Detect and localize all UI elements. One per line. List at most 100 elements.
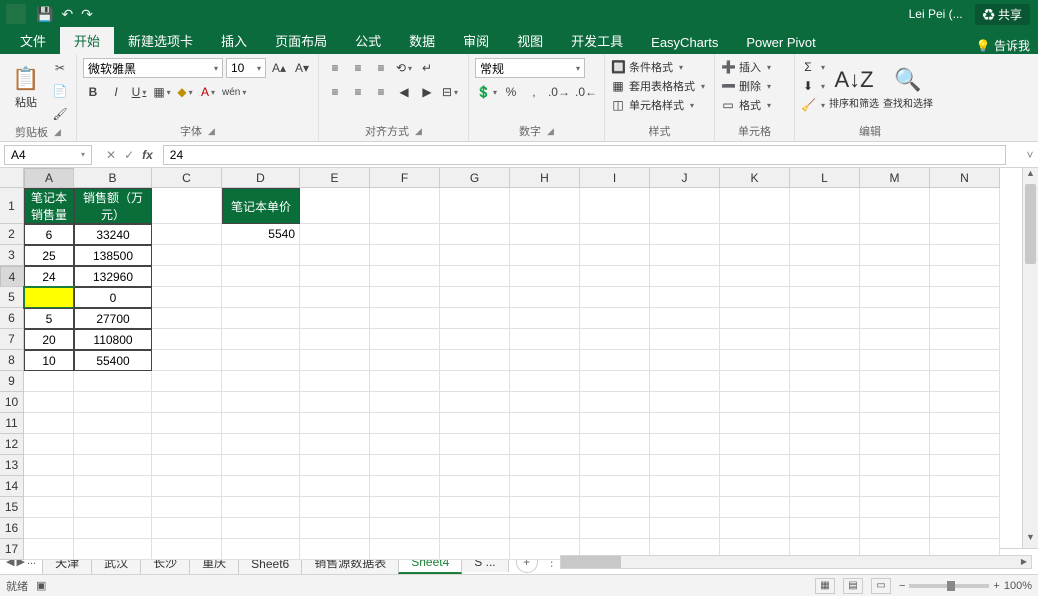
- cell-K16[interactable]: [720, 518, 790, 539]
- cell-D6[interactable]: [222, 308, 300, 329]
- cell-A12[interactable]: [24, 434, 74, 455]
- cell-K5[interactable]: [720, 287, 790, 308]
- cell-A2[interactable]: 6: [24, 224, 74, 245]
- cell-L15[interactable]: [790, 497, 860, 518]
- cell-N7[interactable]: [930, 329, 1000, 350]
- cell-M5[interactable]: [860, 287, 930, 308]
- cell-A1[interactable]: 笔记本销售量: [24, 188, 74, 224]
- cell-D2[interactable]: 5540: [222, 224, 300, 245]
- cell-F15[interactable]: [370, 497, 440, 518]
- cell-A5[interactable]: [24, 287, 74, 308]
- share-button[interactable]: ♻ 共享: [975, 4, 1030, 25]
- cell-C11[interactable]: [152, 413, 222, 434]
- decrease-indent-icon[interactable]: ◀: [394, 82, 414, 102]
- cell-C6[interactable]: [152, 308, 222, 329]
- paste-button[interactable]: 📋 粘贴: [6, 58, 46, 118]
- cell-K9[interactable]: [720, 371, 790, 392]
- cell-J6[interactable]: [650, 308, 720, 329]
- normal-view-icon[interactable]: ▦: [815, 578, 835, 594]
- cell-N12[interactable]: [930, 434, 1000, 455]
- tab-layout[interactable]: 页面布局: [261, 27, 341, 54]
- col-header-F[interactable]: F: [370, 168, 440, 188]
- cell-B3[interactable]: 138500: [74, 245, 152, 266]
- cell-I8[interactable]: [580, 350, 650, 371]
- row-header-14[interactable]: 14: [0, 476, 24, 497]
- font-size-select[interactable]: 10▾: [226, 58, 266, 78]
- cell-F5[interactable]: [370, 287, 440, 308]
- cell-N6[interactable]: [930, 308, 1000, 329]
- row-header-6[interactable]: 6: [0, 308, 24, 329]
- row-header-8[interactable]: 8: [0, 350, 24, 371]
- row-header-5[interactable]: 5: [0, 287, 24, 308]
- cell-F16[interactable]: [370, 518, 440, 539]
- cell-M16[interactable]: [860, 518, 930, 539]
- cell-A17[interactable]: [24, 539, 74, 560]
- format-cells-button[interactable]: ▭格式: [721, 96, 771, 114]
- cell-M6[interactable]: [860, 308, 930, 329]
- cell-A11[interactable]: [24, 413, 74, 434]
- cell-G8[interactable]: [440, 350, 510, 371]
- wrap-text-icon[interactable]: ↵: [417, 58, 437, 78]
- cell-B2[interactable]: 33240: [74, 224, 152, 245]
- cell-styles-button[interactable]: ◫单元格样式: [611, 96, 705, 114]
- percent-icon[interactable]: %: [501, 82, 521, 102]
- format-painter-icon[interactable]: 🖌: [50, 104, 70, 124]
- tab-formulas[interactable]: 公式: [341, 27, 395, 54]
- cell-M3[interactable]: [860, 245, 930, 266]
- row-header-11[interactable]: 11: [0, 413, 24, 434]
- cell-K15[interactable]: [720, 497, 790, 518]
- col-header-K[interactable]: K: [720, 168, 790, 188]
- cell-C9[interactable]: [152, 371, 222, 392]
- row-header-7[interactable]: 7: [0, 329, 24, 350]
- cell-H6[interactable]: [510, 308, 580, 329]
- zoom-control[interactable]: − + 100%: [899, 580, 1032, 592]
- cell-M9[interactable]: [860, 371, 930, 392]
- cell-J14[interactable]: [650, 476, 720, 497]
- cell-A7[interactable]: 20: [24, 329, 74, 350]
- col-header-L[interactable]: L: [790, 168, 860, 188]
- cancel-icon[interactable]: ✕: [106, 148, 116, 162]
- cell-I4[interactable]: [580, 266, 650, 287]
- cell-H5[interactable]: [510, 287, 580, 308]
- col-header-N[interactable]: N: [930, 168, 1000, 188]
- cell-B12[interactable]: [74, 434, 152, 455]
- cell-J7[interactable]: [650, 329, 720, 350]
- cell-J4[interactable]: [650, 266, 720, 287]
- sort-filter-button[interactable]: A↓Z排序和筛选: [829, 58, 879, 118]
- cell-F12[interactable]: [370, 434, 440, 455]
- cell-I12[interactable]: [580, 434, 650, 455]
- expand-formula-bar-icon[interactable]: ˅: [1022, 148, 1038, 162]
- cell-B4[interactable]: 132960: [74, 266, 152, 287]
- cell-D15[interactable]: [222, 497, 300, 518]
- cell-D9[interactable]: [222, 371, 300, 392]
- cell-C1[interactable]: [152, 188, 222, 224]
- cell-G13[interactable]: [440, 455, 510, 476]
- row-header-12[interactable]: 12: [0, 434, 24, 455]
- cell-E7[interactable]: [300, 329, 370, 350]
- align-right-icon[interactable]: ≡: [371, 82, 391, 102]
- cell-G14[interactable]: [440, 476, 510, 497]
- cell-N15[interactable]: [930, 497, 1000, 518]
- cell-B17[interactable]: [74, 539, 152, 560]
- row-header-16[interactable]: 16: [0, 518, 24, 539]
- cell-N2[interactable]: [930, 224, 1000, 245]
- cell-B6[interactable]: 27700: [74, 308, 152, 329]
- scroll-up-icon[interactable]: ▲: [1023, 168, 1038, 184]
- cell-I5[interactable]: [580, 287, 650, 308]
- fill-color-icon[interactable]: ◆: [175, 82, 195, 102]
- col-header-H[interactable]: H: [510, 168, 580, 188]
- user-name[interactable]: Lei Pei (...: [909, 7, 963, 21]
- cell-G12[interactable]: [440, 434, 510, 455]
- cell-M13[interactable]: [860, 455, 930, 476]
- select-all-corner[interactable]: [0, 168, 24, 188]
- cell-K1[interactable]: [720, 188, 790, 224]
- cell-C17[interactable]: [152, 539, 222, 560]
- col-header-E[interactable]: E: [300, 168, 370, 188]
- cell-E3[interactable]: [300, 245, 370, 266]
- cell-K6[interactable]: [720, 308, 790, 329]
- cell-G9[interactable]: [440, 371, 510, 392]
- cell-J8[interactable]: [650, 350, 720, 371]
- align-left-icon[interactable]: ≡: [325, 82, 345, 102]
- cell-K10[interactable]: [720, 392, 790, 413]
- cell-I16[interactable]: [580, 518, 650, 539]
